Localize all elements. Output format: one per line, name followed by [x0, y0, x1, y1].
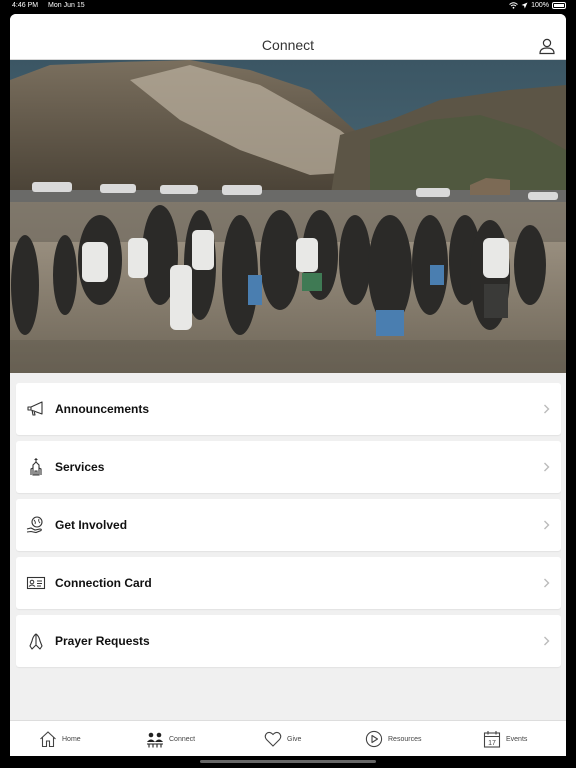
- tab-label: Resources: [388, 735, 422, 743]
- menu-item-prayer-requests[interactable]: Prayer Requests: [16, 615, 561, 667]
- hero-image: [10, 60, 566, 373]
- menu-item-label: Prayer Requests: [55, 634, 150, 648]
- menu-item-label: Connection Card: [55, 576, 152, 590]
- tab-events[interactable]: 17 Events: [483, 721, 527, 756]
- chevron-right-icon: [544, 636, 550, 646]
- menu-item-label: Announcements: [55, 402, 150, 416]
- tab-label: Home: [62, 735, 81, 743]
- location-icon: [521, 2, 528, 9]
- home-icon: [40, 731, 56, 748]
- menu-item-announcements[interactable]: Announcements: [16, 383, 561, 435]
- tab-resources[interactable]: Resources: [365, 721, 421, 756]
- home-indicator: [200, 760, 376, 763]
- heart-icon: [264, 731, 282, 747]
- status-bar: 4:46 PM Mon Jun 15 100%: [0, 0, 576, 13]
- battery-percent: 100%: [531, 2, 549, 9]
- people-icon: [147, 732, 163, 748]
- menu-item-services[interactable]: Services: [16, 441, 561, 493]
- battery-icon: [552, 2, 566, 9]
- play-circle-icon: [365, 730, 383, 748]
- chevron-right-icon: [544, 578, 550, 588]
- id-card-icon: [26, 576, 46, 590]
- megaphone-icon: [27, 401, 43, 416]
- app-sheet: Connect Announcements Services Get Invol…: [10, 14, 566, 756]
- chevron-right-icon: [544, 404, 550, 414]
- status-date: Mon Jun 15: [48, 2, 85, 9]
- menu-item-get-involved[interactable]: Get Involved: [16, 499, 561, 551]
- wifi-icon: [509, 2, 518, 9]
- tab-give[interactable]: Give: [264, 721, 301, 756]
- tab-bar: Home Connect Give Resources 17 Events: [10, 720, 566, 756]
- connect-menu: Announcements Services Get Involved Conn…: [16, 383, 561, 673]
- tab-label: Connect: [169, 735, 196, 743]
- chevron-right-icon: [544, 462, 550, 472]
- tab-connect[interactable]: Connect: [146, 721, 195, 756]
- nav-bar: Connect: [10, 14, 566, 60]
- calendar-day: 17: [488, 740, 496, 747]
- chevron-right-icon: [544, 520, 550, 530]
- menu-item-label: Services: [55, 460, 105, 474]
- menu-item-connection-card[interactable]: Connection Card: [16, 557, 561, 609]
- menu-item-label: Get Involved: [55, 518, 128, 532]
- praying-hands-icon: [29, 633, 43, 650]
- tab-label: Events: [506, 735, 528, 743]
- status-time: 4:46 PM: [12, 2, 39, 9]
- calendar-icon: 17: [483, 731, 501, 748]
- tab-home[interactable]: Home: [39, 721, 81, 756]
- profile-icon[interactable]: [538, 37, 556, 55]
- tab-label: Give: [287, 735, 302, 743]
- church-icon: [30, 458, 42, 476]
- globe-hand-icon: [26, 516, 43, 534]
- page-title: Connect: [261, 37, 315, 53]
